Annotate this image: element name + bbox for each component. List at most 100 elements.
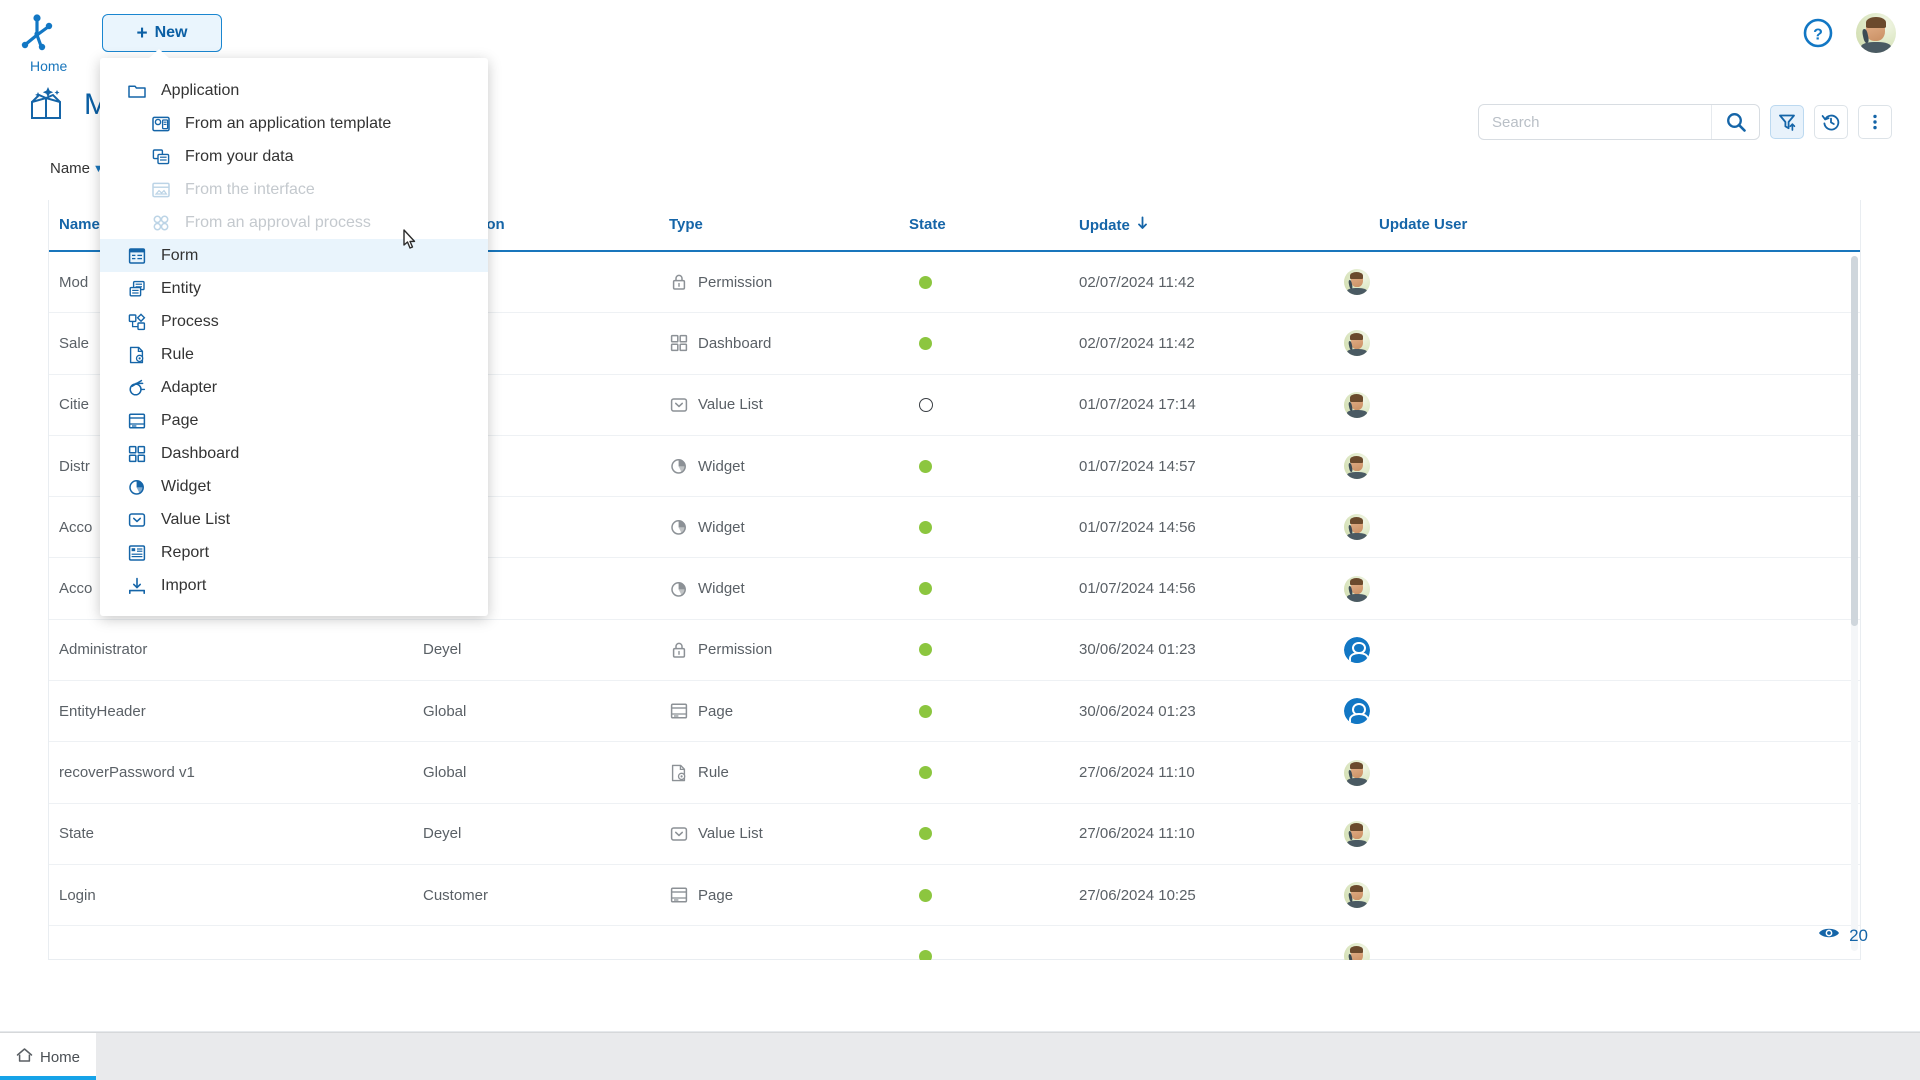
menu-item-form[interactable]: Form bbox=[100, 239, 488, 272]
menu-item-label: Rule bbox=[161, 346, 194, 364]
cell-type: Value List bbox=[669, 395, 763, 415]
folder-icon bbox=[126, 80, 147, 101]
avatar bbox=[1344, 882, 1370, 908]
cell-type: Page bbox=[669, 885, 733, 905]
column-header-label: Type bbox=[669, 216, 703, 233]
column-header-update_user[interactable]: Update User bbox=[1379, 216, 1467, 233]
report-icon bbox=[126, 542, 147, 563]
breadcrumb[interactable]: Home bbox=[30, 58, 67, 74]
scrollbar-thumb[interactable] bbox=[1851, 256, 1858, 626]
column-header-update[interactable]: Update bbox=[1079, 216, 1149, 234]
cell-state bbox=[919, 827, 932, 840]
menu-item-entity[interactable]: Entity bbox=[100, 272, 488, 305]
status-badge bbox=[919, 705, 932, 718]
menu-item-label: Entity bbox=[161, 280, 201, 298]
menu-item-page[interactable]: Page bbox=[100, 404, 488, 437]
cell-name: State bbox=[59, 825, 94, 842]
cell-name: Acco bbox=[59, 580, 92, 597]
cell-name: Login bbox=[59, 887, 96, 904]
filter-chip-name[interactable]: Name ▼ bbox=[50, 160, 104, 177]
avatar bbox=[1344, 392, 1370, 418]
cell-update-user bbox=[1344, 514, 1370, 540]
database-copy-icon bbox=[150, 146, 171, 167]
top-bar-right: ? bbox=[1802, 0, 1896, 66]
widget-pie-icon bbox=[669, 517, 689, 537]
avatar bbox=[1344, 637, 1370, 663]
search-box bbox=[1478, 104, 1760, 140]
column-header-label: Update User bbox=[1379, 216, 1467, 233]
menu-item-dashboard[interactable]: Dashboard bbox=[100, 437, 488, 470]
menu-item-label: From the interface bbox=[185, 181, 315, 199]
cell-update: 01/07/2024 14:57 bbox=[1079, 458, 1196, 475]
menu-item-value-list[interactable]: Value List bbox=[100, 503, 488, 536]
cell-update-user bbox=[1344, 943, 1370, 960]
cell-type-label: Widget bbox=[698, 580, 745, 597]
arrow-down-icon bbox=[1136, 216, 1149, 234]
value-list-icon bbox=[669, 824, 689, 844]
history-button[interactable] bbox=[1814, 105, 1848, 139]
cell-type-label: Widget bbox=[698, 519, 745, 536]
status-badge bbox=[919, 521, 932, 534]
help-circle-icon[interactable]: ? bbox=[1802, 17, 1834, 49]
approval-process-icon bbox=[150, 212, 171, 233]
table-row[interactable]: StateDeyel Value List27/06/2024 11:10 bbox=[49, 804, 1860, 865]
cell-update-user bbox=[1344, 637, 1370, 663]
magnifier-icon[interactable] bbox=[1711, 105, 1759, 139]
menu-item-process[interactable]: Process bbox=[100, 305, 488, 338]
menu-item-rule[interactable]: Rule bbox=[100, 338, 488, 371]
table-row[interactable]: recoverPassword v1Global Rule27/06/2024 … bbox=[49, 742, 1860, 803]
cell-update-user bbox=[1344, 392, 1370, 418]
menu-item-from-the-interface: From the interface bbox=[100, 173, 488, 206]
menu-item-adapter[interactable]: Adapter bbox=[100, 371, 488, 404]
plus-icon: + bbox=[136, 24, 147, 43]
cell-name: Acco bbox=[59, 519, 92, 536]
cell-update-user bbox=[1344, 330, 1370, 356]
more-options-button[interactable] bbox=[1858, 105, 1892, 139]
cell-update: 01/07/2024 14:56 bbox=[1079, 519, 1196, 536]
table-row[interactable]: EntityHeaderGlobal Page30/06/2024 01:23 bbox=[49, 681, 1860, 742]
avatar[interactable] bbox=[1856, 13, 1896, 53]
table-row[interactable]: AdministratorDeyel Permission30/06/2024 … bbox=[49, 620, 1860, 681]
cell-type: Permission bbox=[669, 272, 772, 292]
column-header-label: State bbox=[909, 216, 946, 233]
table-scrollbar[interactable] bbox=[1851, 256, 1858, 951]
search-input[interactable] bbox=[1479, 105, 1711, 139]
menu-item-report[interactable]: Report bbox=[100, 536, 488, 569]
cell-type-label: Permission bbox=[698, 641, 772, 658]
status-badge bbox=[919, 460, 932, 473]
cell-type-label: Rule bbox=[698, 764, 729, 781]
menu-item-widget[interactable]: Widget bbox=[100, 470, 488, 503]
cell-type: Value List bbox=[669, 824, 763, 844]
cell-name: Distr bbox=[59, 458, 90, 475]
widget-pie-icon bbox=[669, 456, 689, 476]
menu-item-import[interactable]: Import bbox=[100, 569, 488, 602]
cell-state bbox=[919, 276, 932, 289]
menu-item-label: Widget bbox=[161, 478, 211, 496]
menu-item-from-your-data[interactable]: From your data bbox=[100, 140, 488, 173]
cell-update-user bbox=[1344, 576, 1370, 602]
menu-item-application[interactable]: Application bbox=[100, 74, 488, 107]
table-row[interactable] bbox=[49, 926, 1860, 960]
cell-type: Permission bbox=[669, 640, 772, 660]
kebab-menu-icon bbox=[1865, 112, 1885, 132]
cell-name: Citie bbox=[59, 396, 89, 413]
cell-type: Dashboard bbox=[669, 333, 771, 353]
table-row[interactable]: LoginCustomer Page27/06/2024 10:25 bbox=[49, 865, 1860, 926]
status-badge bbox=[919, 889, 932, 902]
filter-button[interactable] bbox=[1770, 105, 1804, 139]
cell-update: 30/06/2024 01:23 bbox=[1079, 641, 1196, 658]
cell-name: recoverPassword v1 bbox=[59, 764, 195, 781]
taskbar-item-home[interactable]: Home bbox=[0, 1033, 96, 1080]
column-header-name[interactable]: Name bbox=[59, 216, 100, 233]
cell-update: 02/07/2024 11:42 bbox=[1079, 335, 1195, 352]
menu-item-from-an-application-template[interactable]: From an application template bbox=[100, 107, 488, 140]
column-header-label: Update bbox=[1079, 217, 1130, 234]
page-icon bbox=[126, 410, 147, 431]
deyel-logo[interactable] bbox=[0, 13, 74, 53]
column-header-type[interactable]: Type bbox=[669, 216, 703, 233]
widget-pie-icon bbox=[669, 579, 689, 599]
rule-icon bbox=[126, 344, 147, 365]
column-header-state[interactable]: State bbox=[909, 216, 946, 233]
new-button[interactable]: + New bbox=[102, 14, 222, 52]
row-count: 20 bbox=[1818, 925, 1868, 946]
